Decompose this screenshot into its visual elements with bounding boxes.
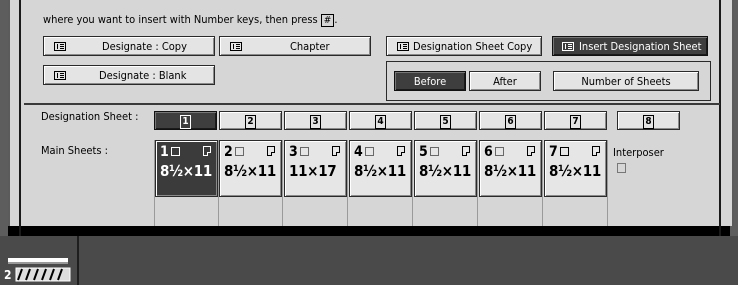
designate-blank-button[interactable]: Designate : Blank: [43, 65, 215, 85]
chapter-icon: [230, 41, 242, 51]
designation-sheet-4[interactable]: 4: [349, 111, 412, 130]
copy-sheet-icon: [397, 41, 409, 51]
sheet-column: 5 8½×11: [414, 140, 478, 226]
panel-edge-left: [19, 0, 21, 236]
sheet-icon: [364, 147, 374, 156]
sheet-column: 4 8½×11: [349, 140, 413, 226]
page-corner-icon: [203, 146, 211, 156]
status-bar: [0, 236, 738, 285]
number-of-sheets-button[interactable]: Number of Sheets: [553, 71, 699, 91]
after-button[interactable]: After: [469, 71, 541, 91]
designation-sheet-3[interactable]: 3: [284, 111, 347, 130]
sheet-icon: [494, 147, 504, 156]
sheet-icon: [429, 147, 439, 156]
sheet-column: 2 8½×11: [219, 140, 283, 226]
designate-copy-button[interactable]: Designate : Copy: [43, 36, 215, 56]
main-sheet-card-1[interactable]: 1 8½×11: [155, 140, 218, 197]
designation-sheet-2[interactable]: 2: [219, 111, 282, 130]
insert-designation-sheet-button[interactable]: Insert Designation Sheet: [552, 36, 708, 56]
insert-sheet-icon: [562, 41, 574, 51]
hash-key-icon: #: [320, 14, 335, 27]
main-sheets-label: Main Sheets :: [41, 144, 109, 157]
panel-edge-right: [719, 0, 721, 236]
interposer-sheet-icon: [617, 163, 626, 173]
main-sheet-card-6[interactable]: 6 8½×11: [479, 140, 542, 197]
status-divider: [77, 236, 79, 285]
sheet-column: 1 8½×11: [154, 140, 219, 226]
sheet-column: 7 8½×11: [544, 140, 608, 226]
page-corner-icon: [332, 146, 340, 156]
designation-sheet-label: Designation Sheet :: [41, 110, 139, 123]
sheet-column: 6 8½×11: [479, 140, 543, 226]
page-corner-icon: [527, 146, 535, 156]
main-sheet-card-5[interactable]: 5 8½×11: [414, 140, 477, 197]
main-sheet-card-4[interactable]: 4 8½×11: [349, 140, 412, 197]
left-border: [0, 0, 8, 236]
designation-sheet-7[interactable]: 7: [544, 111, 607, 130]
sheet-icon: [170, 147, 180, 156]
paper-tray-icon: [8, 258, 71, 282]
section-divider: [24, 103, 720, 105]
designation-sheet-copy-button[interactable]: Designation Sheet Copy: [386, 36, 542, 56]
sheet-column: 3 11×17: [284, 140, 348, 226]
interposer-label: Interposer: [613, 146, 664, 159]
designation-sheet-5[interactable]: 5: [414, 111, 477, 130]
page-corner-icon: [267, 146, 275, 156]
chapter-button[interactable]: Chapter: [219, 36, 371, 56]
before-button[interactable]: Before: [394, 71, 466, 91]
blank-page-icon: [54, 70, 66, 80]
designation-sheet-8[interactable]: 8: [617, 111, 680, 130]
sheet-icon: [299, 147, 309, 156]
main-sheet-card-2[interactable]: 2 8½×11: [219, 140, 282, 197]
tray-number: 2: [4, 268, 12, 282]
designation-sheet-6[interactable]: 6: [479, 111, 542, 130]
sheet-icon: [234, 147, 244, 156]
page-icon: [54, 41, 66, 51]
page-corner-icon: [397, 146, 405, 156]
designation-sheet-1[interactable]: 1: [154, 111, 217, 130]
instruction-text: where you want to insert with Number key…: [43, 13, 338, 27]
main-sheet-card-7[interactable]: 7 8½×11: [544, 140, 607, 197]
main-sheet-card-3[interactable]: 3 11×17: [284, 140, 347, 197]
page-corner-icon: [592, 146, 600, 156]
page-corner-icon: [462, 146, 470, 156]
main-sheets-grid: 1 8½×11 2 8½×11 3 11×17 4 8½×11 5 8½×11: [154, 140, 610, 226]
sheet-icon: [559, 147, 569, 156]
